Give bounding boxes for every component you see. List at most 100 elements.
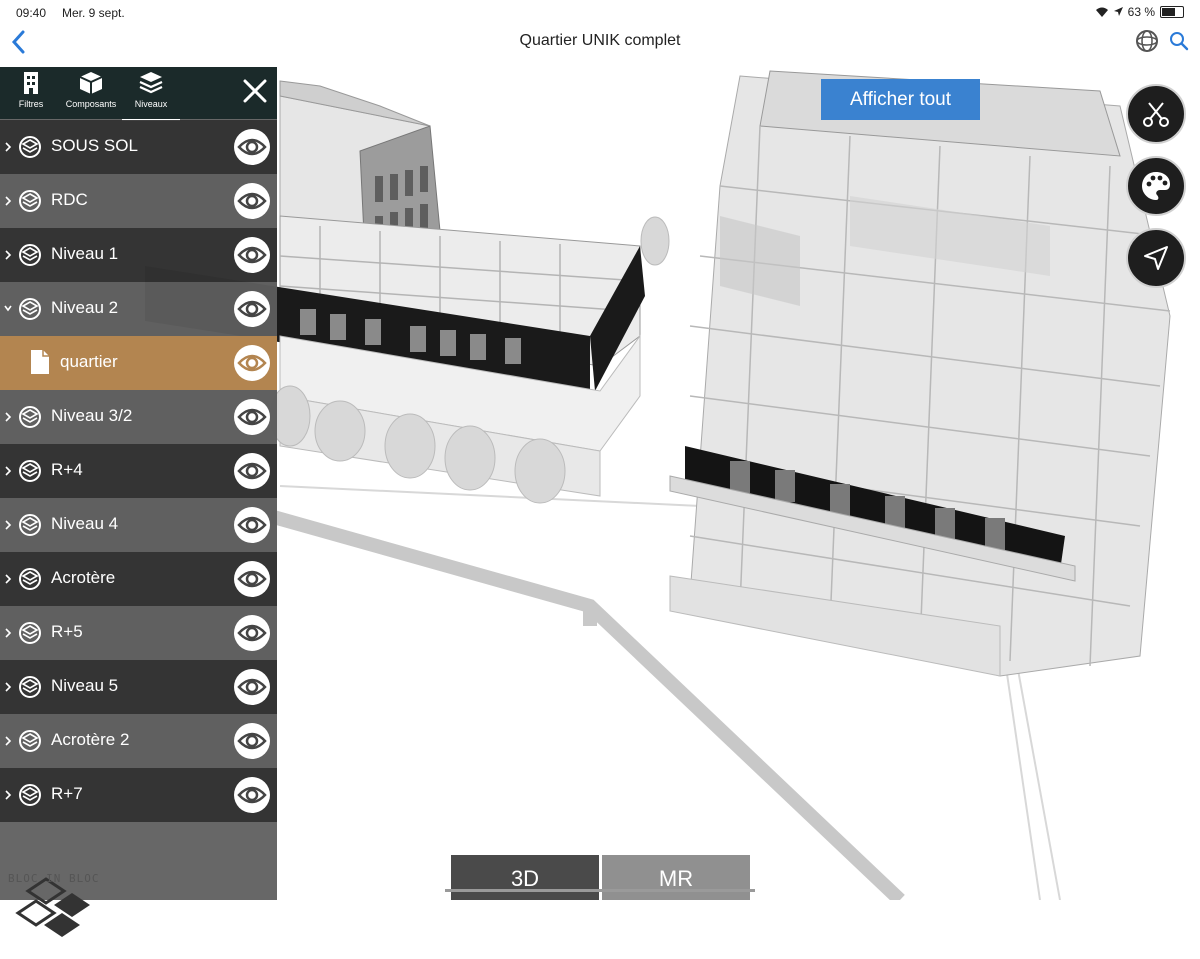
visibility-toggle[interactable]	[234, 723, 270, 759]
level-row[interactable]: R+7	[0, 768, 277, 822]
level-row[interactable]: Niveau 2	[0, 282, 277, 336]
visibility-toggle[interactable]	[234, 507, 270, 543]
level-label: quartier	[60, 352, 118, 371]
visibility-toggle[interactable]	[234, 453, 270, 489]
chevron-right-icon[interactable]	[4, 141, 12, 153]
chevron-right-icon[interactable]	[4, 681, 12, 693]
level-label: R+4	[51, 460, 83, 479]
logo-text: BLOC IN BLOC	[8, 872, 100, 885]
level-row[interactable]: R+4	[0, 444, 277, 498]
chevron-right-icon[interactable]	[4, 195, 12, 207]
layers-icon	[139, 72, 163, 94]
status-bar: 09:40 Mer. 9 sept. 63 %	[0, 0, 1200, 26]
status-date: Mer. 9 sept.	[62, 6, 125, 20]
level-row[interactable]: SOUS SOL	[0, 120, 277, 174]
toggle-3d[interactable]: 3D	[451, 855, 599, 900]
search-icon[interactable]	[1168, 30, 1190, 52]
tab-label: Composants	[65, 99, 117, 109]
visibility-toggle[interactable]	[234, 777, 270, 813]
level-row[interactable]: Niveau 4	[0, 498, 277, 552]
chevron-right-icon[interactable]	[4, 789, 12, 801]
visibility-toggle[interactable]	[234, 291, 270, 327]
level-icon	[19, 190, 41, 212]
eye-icon	[237, 192, 267, 210]
visibility-toggle[interactable]	[234, 615, 270, 651]
level-row[interactable]: Niveau 3/2	[0, 390, 277, 444]
level-icon	[19, 298, 41, 320]
levels-panel: Filtres Composants Niveaux SOUS SOL RDC Ni…	[0, 67, 277, 937]
chevron-right-icon[interactable]	[4, 735, 12, 747]
visibility-toggle[interactable]	[234, 399, 270, 435]
navigation-button[interactable]	[1126, 228, 1186, 288]
level-row[interactable]: quartier	[0, 336, 277, 390]
eye-icon	[237, 786, 267, 804]
eye-icon	[237, 354, 267, 372]
close-icon[interactable]	[241, 77, 269, 105]
cube-icon	[79, 72, 103, 94]
eye-icon	[237, 408, 267, 426]
tab-label: Filtres	[18, 99, 44, 109]
view-mode-toggle: 3D MR	[445, 855, 755, 900]
toggle-mr[interactable]: MR	[602, 855, 750, 900]
level-row[interactable]: R+5	[0, 606, 277, 660]
level-row[interactable]: Niveau 1	[0, 228, 277, 282]
tab-niveaux[interactable]: Niveaux	[122, 67, 180, 121]
appearance-button[interactable]	[1126, 156, 1186, 216]
tab-label: Niveaux	[134, 99, 168, 109]
level-label: SOUS SOL	[51, 136, 138, 155]
level-icon	[19, 514, 41, 536]
eye-icon	[237, 138, 267, 156]
navigation-arrow-icon	[1144, 246, 1168, 270]
chevron-right-icon[interactable]	[4, 519, 12, 531]
section-cut-button[interactable]	[1126, 84, 1186, 144]
level-row[interactable]: RDC	[0, 174, 277, 228]
visibility-toggle[interactable]	[234, 237, 270, 273]
wifi-icon	[1095, 7, 1108, 17]
globe-icon[interactable]	[1134, 28, 1160, 54]
level-row[interactable]: Niveau 5	[0, 660, 277, 714]
visibility-toggle[interactable]	[234, 183, 270, 219]
eye-icon	[237, 462, 267, 480]
status-indicators: 63 %	[1095, 5, 1184, 19]
chevron-right-icon[interactable]	[4, 627, 12, 639]
visibility-toggle[interactable]	[234, 129, 270, 165]
level-row[interactable]: Acrotère 2	[0, 714, 277, 768]
level-icon	[19, 244, 41, 266]
level-icon	[19, 784, 41, 806]
level-icon	[19, 406, 41, 428]
document-icon	[31, 350, 49, 374]
eye-icon	[237, 678, 267, 696]
level-label: Niveau 4	[51, 514, 119, 533]
eye-icon	[237, 732, 267, 750]
bloc-in-bloc-logo	[15, 877, 90, 937]
level-label: R+5	[51, 622, 83, 641]
level-label: Acrotère	[51, 568, 116, 587]
chevron-right-icon[interactable]	[4, 573, 12, 585]
battery-fill	[1162, 8, 1175, 16]
toggle-underline	[445, 889, 755, 892]
chevron-right-icon[interactable]	[4, 465, 12, 477]
visibility-toggle[interactable]	[234, 561, 270, 597]
show-all-button[interactable]: Afficher tout	[821, 79, 980, 120]
scissors-icon	[1143, 102, 1169, 127]
level-label: Niveau 2	[51, 298, 119, 317]
level-label: RDC	[51, 190, 88, 209]
chevron-right-icon[interactable]	[4, 249, 12, 261]
tab-filtres[interactable]: Filtres	[2, 67, 60, 119]
eye-icon	[237, 246, 267, 264]
eye-icon	[237, 516, 267, 534]
chevron-down-icon[interactable]	[4, 303, 12, 315]
panel-tab-bar: Filtres Composants Niveaux	[0, 67, 277, 121]
eye-icon	[237, 570, 267, 588]
chevron-right-icon[interactable]	[4, 411, 12, 423]
tab-composants[interactable]: Composants	[62, 67, 120, 119]
nav-bar: Quartier UNIK complet	[0, 26, 1200, 66]
battery-icon	[1160, 6, 1184, 18]
visibility-toggle[interactable]	[234, 669, 270, 705]
visibility-toggle[interactable]	[234, 345, 270, 381]
location-icon	[1113, 7, 1123, 16]
level-row[interactable]: Acrotère	[0, 552, 277, 606]
eye-icon	[237, 624, 267, 642]
level-icon	[19, 460, 41, 482]
level-icon	[19, 622, 41, 644]
